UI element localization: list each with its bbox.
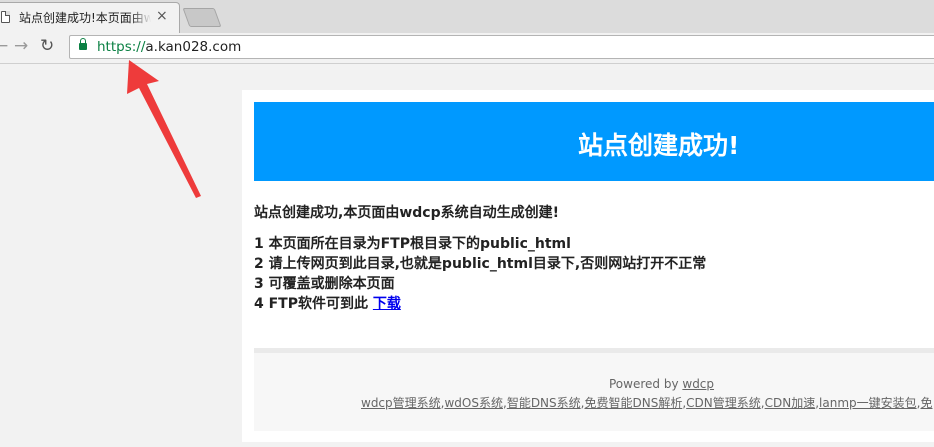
footer-links: wdcp管理系统,wdOS系统,智能DNS系统,免费智能DNS解析,CDN管理系… — [361, 394, 932, 411]
step-text: 4 FTP软件可到此 — [254, 296, 373, 312]
success-banner: 站点创建成功! — [254, 102, 934, 181]
footer-link[interactable]: 免 — [920, 396, 932, 410]
arrow-shape — [127, 60, 201, 198]
footer-link[interactable]: wdOS系统 — [444, 396, 503, 410]
footer-link[interactable]: CDN管理系统 — [686, 396, 761, 410]
step-item: 3 可覆盖或删除本页面 — [254, 276, 395, 292]
step-item: 4 FTP软件可到此 下载 — [254, 294, 706, 314]
download-link[interactable]: 下载 — [373, 296, 401, 312]
step-item: 2 请上传网页到此目录,也就是public_html目录下,否则网站打开不正常 — [254, 256, 707, 272]
wdcp-link[interactable]: wdcp — [682, 377, 714, 391]
footer-link[interactable]: CDN加速 — [765, 396, 816, 410]
footer-link[interactable]: 免费智能DNS解析 — [584, 396, 682, 410]
page-heading: 站点创建成功! — [578, 131, 740, 160]
powered-by: Powered by wdcp — [609, 377, 714, 391]
footer-link[interactable]: lanmp一键安装包 — [819, 396, 917, 410]
footer-link[interactable]: wdcp管理系统 — [361, 396, 441, 410]
page-footer: Powered by wdcp wdcp管理系统,wdOS系统,智能DNS系统,… — [254, 348, 934, 431]
steps-list: 1 本页面所在目录为FTP根目录下的public_html 2 请上传网页到此目… — [254, 234, 706, 314]
step-item: 1 本页面所在目录为FTP根目录下的public_html — [254, 236, 571, 252]
intro-text: 站点创建成功,本页面由wdcp系统自动生成创建! — [254, 205, 559, 221]
powered-by-text: Powered by — [609, 377, 683, 391]
page-card: 站点创建成功! 站点创建成功,本页面由wdcp系统自动生成创建! 1 本页面所在… — [242, 90, 934, 442]
footer-link[interactable]: 智能DNS系统 — [507, 396, 581, 410]
